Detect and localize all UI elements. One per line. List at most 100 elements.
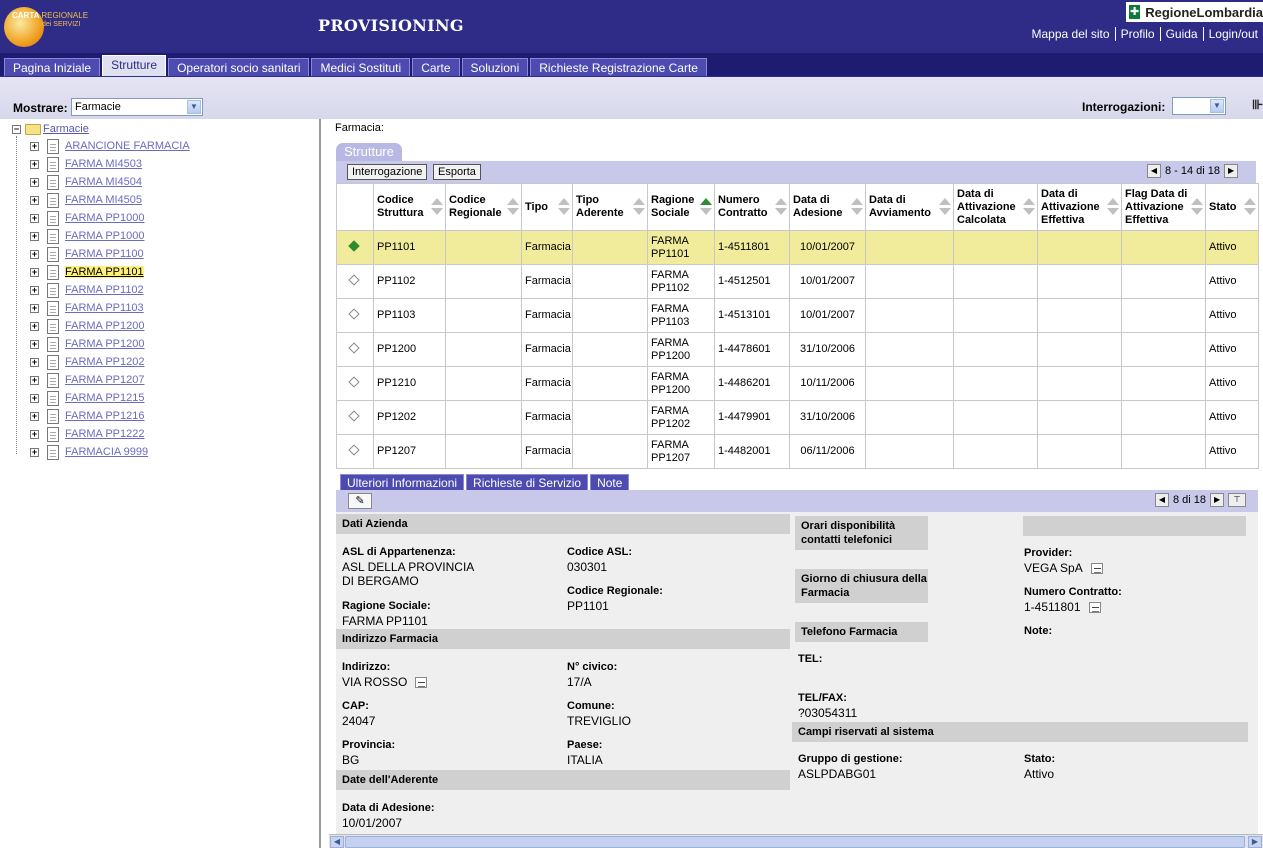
expand-icon[interactable]: +: [30, 303, 39, 313]
col-tipo[interactable]: Tipo: [521, 183, 573, 231]
table-row[interactable]: PP1207 Farmacia FARMA PP1207 1-4482001 06/11…: [336, 434, 1259, 469]
tree-item-label[interactable]: FARMA PP1102: [65, 284, 144, 296]
interrogazione-button[interactable]: Interrogazione: [347, 164, 428, 180]
expand-icon[interactable]: +: [30, 213, 39, 223]
tree-item-label[interactable]: FARMA PP1101: [65, 266, 144, 278]
row-select-icon[interactable]: [348, 274, 360, 286]
tree-item-label[interactable]: FARMA PP1200: [65, 338, 145, 350]
col-codice-struttura[interactable]: Codice Struttura: [373, 183, 446, 231]
tree-item[interactable]: + FARMACIA 9999: [30, 444, 148, 460]
tree-item-label[interactable]: FARMA MI4504: [65, 176, 142, 188]
tree-root-label[interactable]: Farmacie: [43, 123, 89, 135]
expand-icon[interactable]: +: [30, 249, 39, 259]
col-flag-attivazione[interactable]: Flag Data di Attivazione Effettiva: [1121, 183, 1206, 231]
sort-icon[interactable]: [633, 198, 645, 218]
col-ragione-sociale[interactable]: Ragione Sociale: [647, 183, 715, 231]
row-selected-icon[interactable]: [348, 240, 360, 252]
sort-icon[interactable]: [507, 198, 519, 218]
interrogazioni-select[interactable]: ▼: [1172, 97, 1226, 115]
pane-splitter[interactable]: [320, 119, 328, 848]
tree-item-label[interactable]: FARMA PP1216: [65, 410, 145, 422]
tree-item-label[interactable]: FARMA MI4503: [65, 158, 142, 170]
tree-item[interactable]: + FARMA PP1216: [30, 408, 145, 424]
tab-richieste-registrazione[interactable]: Richieste Registrazione Carte: [530, 58, 707, 76]
tree-root[interactable]: − Farmacie: [12, 122, 89, 136]
tree-item-label[interactable]: FARMA PP1100: [65, 248, 144, 260]
expand-icon[interactable]: +: [30, 285, 39, 295]
table-row-selected[interactable]: PP1101 Farmacia FARMA PP1101 1-4511801 10/01…: [336, 230, 1259, 265]
tree-item[interactable]: + FARMA PP1102: [30, 282, 144, 298]
tab-strutture[interactable]: Strutture: [102, 55, 167, 76]
chart-icon[interactable]: ⊪: [1252, 97, 1263, 115]
link-guida[interactable]: Guida: [1159, 27, 1203, 41]
col-data-avviamento[interactable]: Data di Avviamento: [865, 183, 954, 231]
sort-icon[interactable]: [1107, 198, 1119, 218]
sort-icon[interactable]: [1244, 198, 1256, 218]
col-attivazione-effettiva[interactable]: Data di Attivazione Effettiva: [1037, 183, 1122, 231]
tab-richieste-servizio[interactable]: Richieste di Servizio: [466, 474, 589, 490]
table-row[interactable]: PP1202 Farmacia FARMA PP1202 1-4479901 31/10…: [336, 400, 1259, 435]
tree-item-label[interactable]: FARMA PP1215: [65, 392, 145, 404]
tab-carte[interactable]: Carte: [412, 58, 460, 76]
expand-icon[interactable]: +: [30, 339, 39, 349]
row-select-icon[interactable]: [348, 410, 360, 422]
scroll-left-icon[interactable]: ◀: [330, 836, 344, 848]
tree-item[interactable]: + FARMA MI4505: [30, 192, 142, 208]
chevron-down-icon[interactable]: ▼: [1210, 99, 1224, 113]
expand-icon[interactable]: +: [30, 267, 39, 277]
row-select-icon[interactable]: [348, 308, 360, 320]
prev-page-icon[interactable]: ◀: [1147, 164, 1161, 178]
save-icon[interactable]: ⊤: [1228, 493, 1247, 507]
expand-icon[interactable]: +: [30, 141, 39, 151]
tree-item[interactable]: + FARMA PP1222: [30, 426, 145, 442]
table-row[interactable]: PP1200 Farmacia FARMA PP1200 1-4478601 31/10…: [336, 332, 1259, 367]
tree-item[interactable]: + FARMA PP1202: [30, 354, 145, 370]
scrollbar-thumb[interactable]: [345, 836, 1245, 848]
tree-item[interactable]: + FARMA MI4503: [30, 156, 142, 172]
expand-icon[interactable]: +: [30, 393, 39, 403]
col-codice-regionale[interactable]: Codice Regionale: [445, 183, 522, 231]
tree-item[interactable]: + FARMA PP1215: [30, 390, 145, 406]
expand-icon[interactable]: +: [30, 375, 39, 385]
expand-icon[interactable]: +: [30, 411, 39, 421]
sort-icon[interactable]: [1023, 198, 1035, 218]
row-select-icon[interactable]: [348, 342, 360, 354]
edit-field-icon[interactable]: [1090, 563, 1103, 575]
tab-medici-sostituti[interactable]: Medici Sostituti: [311, 58, 411, 76]
tree-item-label[interactable]: FARMA PP1200: [65, 320, 145, 332]
tree-item[interactable]: + ARANCIONE FARMACIA: [30, 138, 190, 154]
expand-icon[interactable]: +: [30, 357, 39, 367]
expand-icon[interactable]: +: [30, 177, 39, 187]
mostrare-select[interactable]: Farmacie ▼: [71, 98, 203, 116]
expand-icon[interactable]: +: [30, 159, 39, 169]
tree-item-label[interactable]: ARANCIONE FARMACIA: [65, 140, 190, 152]
link-mappa-del-sito[interactable]: Mappa del sito: [1027, 27, 1115, 41]
tab-note[interactable]: Note: [590, 474, 630, 490]
tree-item[interactable]: + FARMA PP1207: [30, 372, 145, 388]
sort-icon[interactable]: [851, 198, 863, 218]
horizontal-scrollbar[interactable]: ◀ ▶: [329, 834, 1263, 848]
tree-item-label[interactable]: FARMA PP1222: [65, 428, 145, 440]
row-select-icon[interactable]: [348, 376, 360, 388]
tree-item[interactable]: + FARMA PP1103: [30, 300, 144, 316]
tree-item[interactable]: + FARMA PP1200: [30, 318, 145, 334]
expand-icon[interactable]: +: [30, 321, 39, 331]
tab-pagina-iniziale[interactable]: Pagina Iniziale: [4, 58, 101, 76]
tree-item[interactable]: + FARMA PP1100: [30, 246, 144, 262]
tree-item-label[interactable]: FARMA PP1000: [65, 212, 145, 224]
tree-item-selected[interactable]: + FARMA PP1101: [30, 264, 144, 280]
expand-icon[interactable]: +: [30, 429, 39, 439]
tree-item[interactable]: + FARMA PP1000: [30, 210, 145, 226]
expand-icon[interactable]: +: [30, 195, 39, 205]
sort-icon[interactable]: [775, 198, 787, 218]
sort-asc-icon[interactable]: [700, 198, 712, 218]
sort-icon[interactable]: [939, 198, 951, 218]
tab-soluzioni[interactable]: Soluzioni: [461, 58, 529, 76]
scroll-right-icon[interactable]: ▶: [1248, 836, 1262, 848]
edit-field-icon[interactable]: [415, 677, 428, 689]
next-record-icon[interactable]: ▶: [1210, 493, 1225, 507]
col-attivazione-calcolata[interactable]: Data di Attivazione Calcolata: [953, 183, 1038, 231]
tree-item-label[interactable]: FARMA PP1202: [65, 356, 145, 368]
tree-item[interactable]: + FARMA MI4504: [30, 174, 142, 190]
link-login[interactable]: Login/out: [1202, 27, 1263, 41]
